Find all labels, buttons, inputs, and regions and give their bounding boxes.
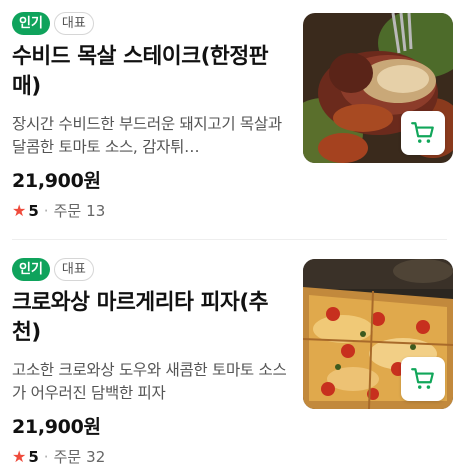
separator-dot: · xyxy=(43,202,49,220)
menu-title[interactable]: 크로와상 마르게리타 피자(추천) xyxy=(12,288,288,348)
menu-title[interactable]: 수비드 목살 스테이크(한정판매) xyxy=(12,42,288,102)
pizza-photo[interactable] xyxy=(303,259,453,409)
steak-photo[interactable] xyxy=(303,13,453,163)
rating-value: 5 xyxy=(28,448,39,466)
cart-icon xyxy=(411,368,434,389)
menu-description: 고소한 크로와상 도우와 새콤한 토마토 소스가 어우러진 담백한 피자 xyxy=(12,361,287,402)
order-label: 주문 xyxy=(53,202,82,220)
order-count: 13 xyxy=(86,202,106,220)
order-label: 주문 xyxy=(53,448,82,466)
menu-price: 21,900원 xyxy=(12,170,101,192)
menu-description: 장시간 수비드한 부드러운 돼지고기 목살과 달콤한 토마토 소스, 감자튀… xyxy=(12,115,282,156)
item-divider xyxy=(12,239,447,240)
add-to-cart-button[interactable] xyxy=(401,357,445,401)
menu-item-info: 인기 대표 크로와상 마르게리타 피자(추천) 고소한 크로와상 도우와 새콤한… xyxy=(12,258,288,467)
menu-item-info: 인기 대표 수비드 목살 스테이크(한정판매) 장시간 수비드한 부드러운 돼지… xyxy=(12,12,288,221)
rating-row: ★ 5 · 주문 13 xyxy=(12,201,288,221)
menu-item[interactable]: 인기 대표 수비드 목살 스테이크(한정판매) 장시간 수비드한 부드러운 돼지… xyxy=(0,0,459,236)
separator-dot: · xyxy=(43,448,49,466)
badge-row: 인기 대표 xyxy=(12,258,288,282)
menu-item[interactable]: 인기 대표 크로와상 마르게리타 피자(추천) 고소한 크로와상 도우와 새콤한… xyxy=(0,246,459,467)
order-count: 32 xyxy=(86,448,106,466)
star-icon: ★ xyxy=(12,447,27,466)
popular-badge: 인기 xyxy=(12,12,50,35)
menu-price: 21,900원 xyxy=(12,416,101,438)
signature-badge: 대표 xyxy=(53,258,94,281)
signature-badge: 대표 xyxy=(53,12,94,35)
rating-row: ★ 5 · 주문 32 xyxy=(12,447,288,467)
rating-value: 5 xyxy=(28,202,39,220)
menu-list: 인기 대표 수비드 목살 스테이크(한정판매) 장시간 수비드한 부드러운 돼지… xyxy=(0,0,459,467)
badge-row: 인기 대표 xyxy=(12,12,288,36)
cart-icon xyxy=(411,122,434,143)
popular-badge: 인기 xyxy=(12,258,50,281)
add-to-cart-button[interactable] xyxy=(401,111,445,155)
star-icon: ★ xyxy=(12,201,27,220)
